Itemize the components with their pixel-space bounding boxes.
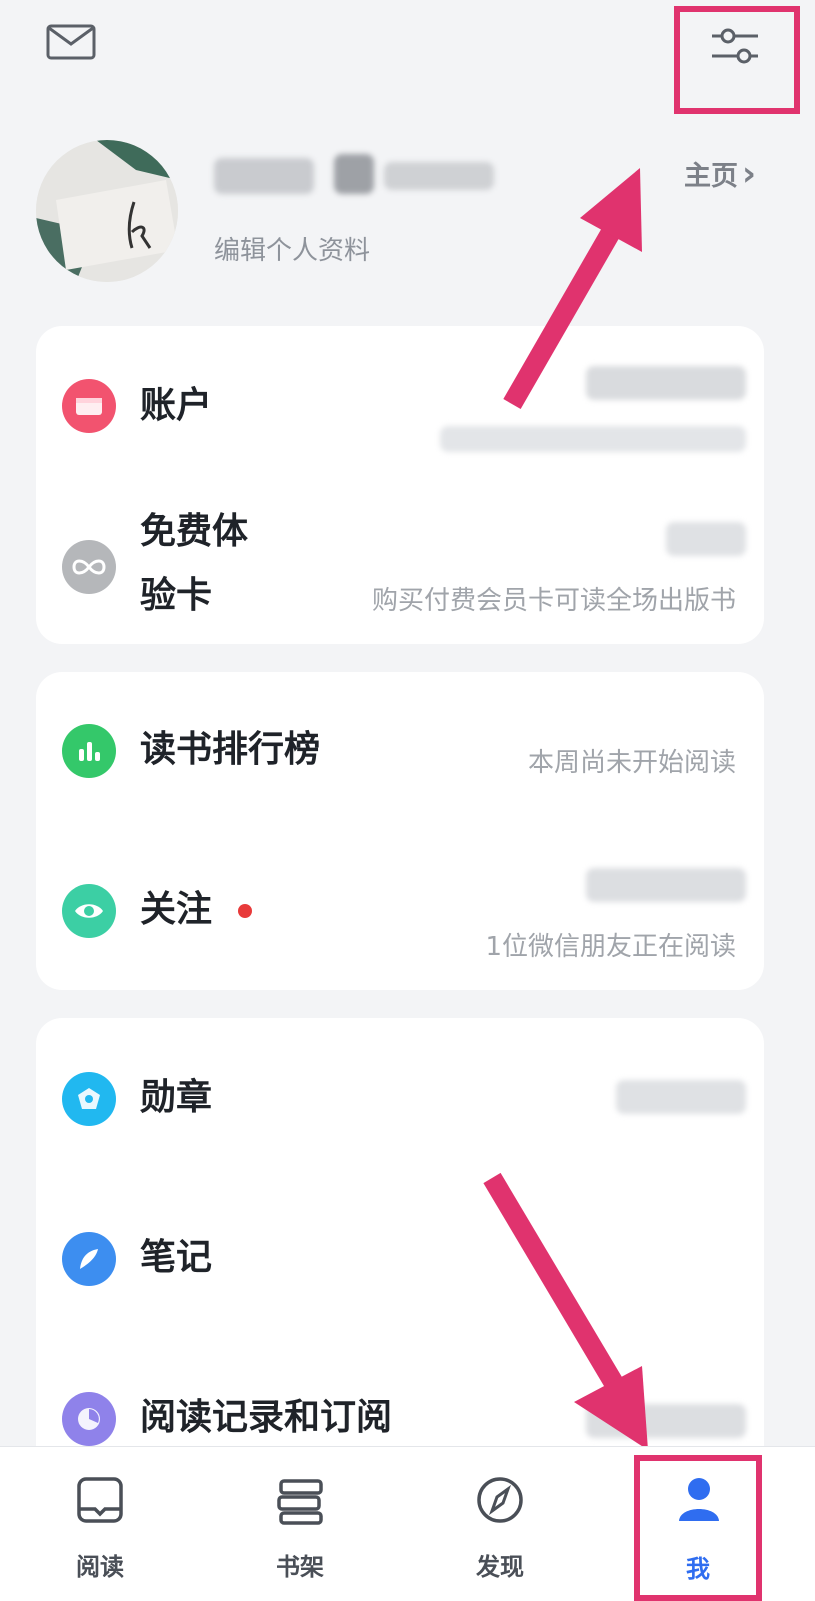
follow-label: 关注 <box>140 889 213 930</box>
badge-value-redacted <box>616 1080 746 1114</box>
ranking-label: 读书排行榜 <box>140 729 321 770</box>
history-label: 阅读记录和订阅 <box>140 1397 393 1438</box>
unread-dot <box>238 904 252 918</box>
tab-label: 阅读 <box>76 1553 124 1581</box>
person-icon <box>679 1478 719 1521</box>
trial-card-row[interactable]: 免费体 验卡 购买付费会员卡可读全场出版书 <box>36 486 764 644</box>
tab-bookshelf[interactable]: 书架 <box>240 1447 360 1601</box>
follow-subtitle: 1位微信朋友正在阅读 <box>485 932 736 962</box>
feather-icon <box>62 1232 116 1286</box>
trial-label-line1: 免费体 <box>140 511 249 552</box>
trial-value-redacted <box>666 522 746 556</box>
account-label: 账户 <box>140 385 213 426</box>
eye-icon <box>62 884 116 938</box>
tab-bar: 阅读 书架 发现 我 <box>0 1446 815 1601</box>
tab-read[interactable]: 阅读 <box>40 1447 160 1601</box>
chevron-right-icon: › <box>742 153 757 194</box>
clock-icon <box>62 1392 116 1446</box>
trial-subtitle: 购买付费会员卡可读全场出版书 <box>371 586 736 616</box>
edit-profile-link[interactable]: 编辑个人资料 <box>214 230 370 267</box>
infinity-icon <box>62 540 116 594</box>
book-icon <box>77 1477 123 1523</box>
tab-label: 我 <box>686 1555 710 1583</box>
trial-label-line2: 验卡 <box>140 575 213 616</box>
follow-row[interactable]: 关注 1位微信朋友正在阅读 <box>36 832 764 990</box>
avatar[interactable] <box>36 140 178 282</box>
badge-label: 勋章 <box>140 1077 213 1118</box>
bar-chart-icon <box>62 724 116 778</box>
wallet-icon <box>62 379 116 433</box>
ranking-row[interactable]: 读书排行榜 本周尚未开始阅读 <box>36 672 764 832</box>
social-card: 读书排行榜 本周尚未开始阅读 关注 1位微信朋友正在阅读 <box>36 672 764 990</box>
tab-label: 发现 <box>476 1553 524 1581</box>
sliders-icon <box>712 28 758 64</box>
follow-value-redacted <box>586 868 746 902</box>
notes-label: 笔记 <box>140 1237 213 1278</box>
mail-icon[interactable] <box>46 24 96 60</box>
annotation-arrow-up <box>503 168 642 409</box>
bookshelf-icon <box>277 1479 323 1525</box>
medal-icon <box>62 1072 116 1126</box>
username-redacted <box>214 148 494 198</box>
compass-icon <box>477 1477 523 1523</box>
badge-row[interactable]: 勋章 <box>36 1018 764 1178</box>
tab-label: 书架 <box>276 1553 324 1581</box>
home-link[interactable]: 主页 › <box>684 154 756 193</box>
home-link-label: 主页 <box>684 161 738 192</box>
tab-discover[interactable]: 发现 <box>440 1447 560 1601</box>
ranking-subtitle: 本周尚未开始阅读 <box>527 748 736 778</box>
tab-me[interactable]: 我 <box>634 1455 762 1601</box>
annotation-arrow-down <box>483 1172 648 1450</box>
settings-button[interactable] <box>674 6 800 114</box>
